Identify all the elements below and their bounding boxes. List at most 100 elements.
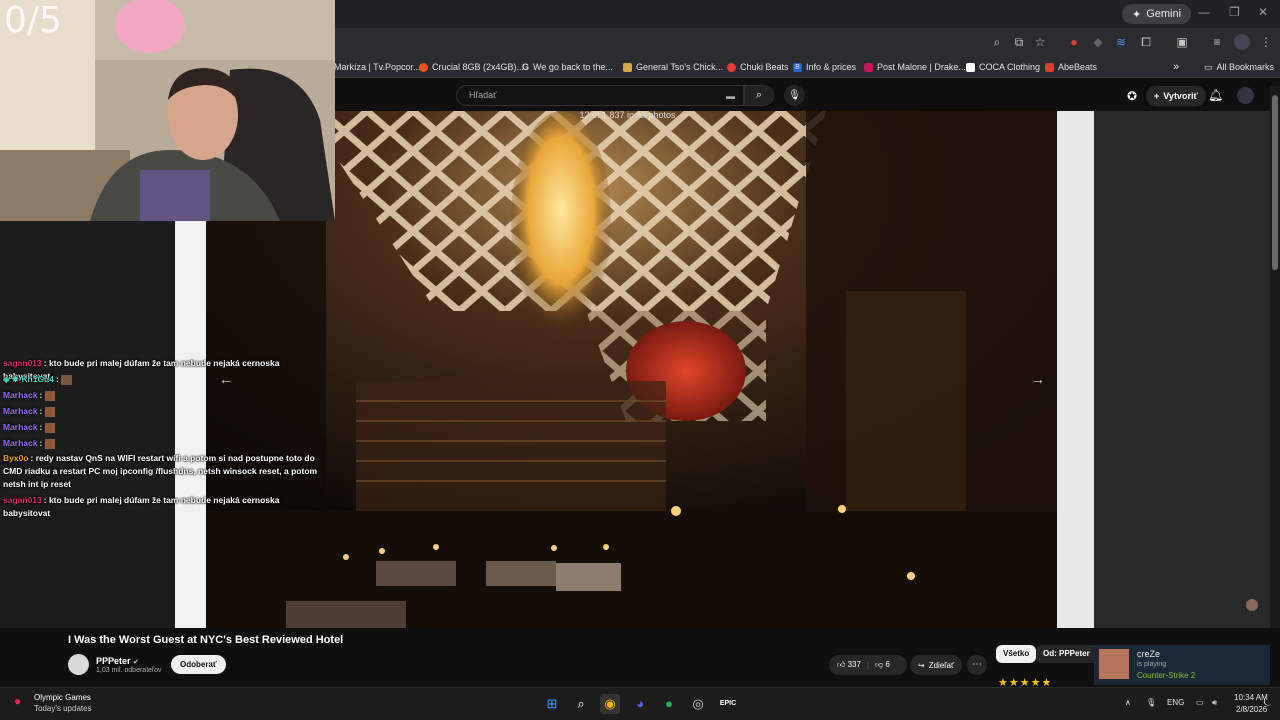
gemini-button[interactable]: ✦ Gemini xyxy=(1122,4,1192,24)
news-widget[interactable]: ● Olympic Games Today's updates xyxy=(14,692,104,716)
subscribe-button[interactable]: Odoberať xyxy=(171,655,226,674)
bookmark-favicon-icon: B xyxy=(793,62,802,72)
spotify-icon[interactable]: ● xyxy=(659,694,679,714)
minimize-icon[interactable]: — xyxy=(1198,5,1210,19)
chat-username[interactable]: sagan013 xyxy=(3,358,42,368)
divider: | xyxy=(866,660,870,670)
channel-avatar[interactable] xyxy=(68,654,89,675)
dislike-count: 6 xyxy=(885,660,890,669)
maximize-icon[interactable]: ❐ xyxy=(1229,5,1240,19)
bookmark-item[interactable]: AbeBeats xyxy=(1045,58,1097,76)
verified-check-icon: ✔ xyxy=(133,659,139,666)
chat-message: Marhack: xyxy=(3,437,328,450)
friend-status: is playing xyxy=(1137,661,1167,668)
discord-icon[interactable]: ◕ xyxy=(630,694,650,714)
emote-icon xyxy=(44,438,55,449)
emote-icon xyxy=(44,390,55,401)
extension-wave-icon[interactable]: ≋ xyxy=(1113,34,1129,50)
like-button[interactable]: 👍︎ 337 xyxy=(837,660,861,670)
channel-name[interactable]: PPPeter ✔ xyxy=(96,656,139,666)
share-button[interactable]: ↪ Zdieľať xyxy=(910,655,963,675)
chat-message: sagan013: kto bude pri malej dúfam že ta… xyxy=(3,494,328,520)
bookmark-favicon-icon xyxy=(419,62,428,72)
chat-username[interactable]: Marhack xyxy=(3,390,38,400)
bookmark-item[interactable]: B Info & prices xyxy=(793,58,856,76)
chip-all[interactable]: Všetko xyxy=(996,645,1037,663)
bookmark-star-icon[interactable]: ☆ xyxy=(1032,34,1048,50)
taskbar-search-icon[interactable]: ⌕ xyxy=(571,694,591,714)
voice-search-button[interactable]: 🎙 xyxy=(784,85,805,106)
bookmark-item[interactable]: Markíza | Tv.Popcor... xyxy=(334,58,421,76)
bookmark-item[interactable]: Chuki Beats xyxy=(727,58,789,76)
all-bookmarks-button[interactable]: ▭ All Bookmarks xyxy=(1204,58,1274,76)
tray-volume-icon[interactable]: 🔊︎ xyxy=(1212,698,1217,708)
thumbs-down-icon: 👎︎ xyxy=(875,660,884,669)
create-label: Vytvoriť xyxy=(1163,91,1198,101)
search-button[interactable]: ⌕ xyxy=(744,85,774,106)
install-icon[interactable]: ⧉ xyxy=(1011,34,1027,50)
menu-kebab-icon[interactable]: ⋮ xyxy=(1258,34,1274,50)
close-icon[interactable]: ✕ xyxy=(1258,5,1268,19)
extensions-puzzle-icon[interactable]: ⧠ xyxy=(1138,34,1154,50)
bookmark-item[interactable]: G We go back to the... xyxy=(522,58,613,76)
news-title: Olympic Games xyxy=(34,693,91,702)
extension-red-icon[interactable]: ● xyxy=(1066,34,1082,50)
chat-text: : kto bude pri malej dúfam že tam nebude… xyxy=(3,495,280,518)
more-actions-button[interactable]: ⋯ xyxy=(967,655,987,675)
more-dots-icon: ⋯ xyxy=(972,659,982,670)
bookmark-item[interactable]: Post Malone | Drake... xyxy=(864,58,966,76)
tray-network-icon[interactable]: ▭ xyxy=(1196,698,1204,707)
side-panel-icon[interactable]: ▣ xyxy=(1174,34,1190,50)
chat-username[interactable]: sagan013 xyxy=(3,495,42,505)
scrollbar-thumb[interactable] xyxy=(1272,95,1278,270)
friend-avatar xyxy=(1099,649,1129,679)
bookmarks-overflow-button[interactable]: » xyxy=(1173,58,1179,76)
extension-gray-icon[interactable]: ◆ xyxy=(1090,34,1106,50)
epic-games-icon[interactable]: EPIC xyxy=(718,694,738,714)
chat-text: : xyxy=(39,422,43,432)
gemini-label: Gemini xyxy=(1146,8,1182,20)
bookmark-item[interactable]: Crucial 8GB (2x4GB)... xyxy=(419,58,524,76)
friend-game: Counter-Strike 2 xyxy=(1137,671,1196,680)
steam-taskbar-icon[interactable]: ◎ xyxy=(688,694,708,714)
chat-text: : redy nastav QnS na WIFI restart wifi a… xyxy=(3,453,318,489)
friend-name: creZe xyxy=(1137,649,1161,659)
windows-start-icon[interactable]: ⊞ xyxy=(542,694,562,714)
chat-username[interactable]: Byx0o xyxy=(3,453,29,463)
chat-text: : xyxy=(39,406,43,416)
notification-bell-icon[interactable]: ⏾ xyxy=(1263,696,1272,709)
channel-avatar[interactable] xyxy=(1237,87,1254,104)
floating-avatar[interactable] xyxy=(1246,599,1258,611)
chat-username[interactable]: Marhack xyxy=(3,422,38,432)
plus-icon: + xyxy=(1154,91,1160,101)
notifications-bell-icon[interactable]: 🔔︎ xyxy=(1208,88,1223,102)
chat-username[interactable]: Kn1Gu4 xyxy=(21,374,54,384)
emote-icon xyxy=(61,374,73,385)
chat-text: : xyxy=(39,438,43,448)
language-indicator[interactable]: ENG xyxy=(1167,698,1184,707)
dislike-button[interactable]: 👎︎ 6 xyxy=(875,660,890,670)
bookmark-favicon-icon xyxy=(727,62,736,72)
chip-from-channel[interactable]: Od: PPPeter xyxy=(1036,645,1097,663)
video-title: I Was the Worst Guest at NYC's Best Revi… xyxy=(68,634,344,646)
chrome-icon[interactable]: ◉ xyxy=(600,694,620,714)
bookmark-item[interactable]: COCA Clothing xyxy=(966,58,1040,76)
search-input[interactable]: Hľadať xyxy=(456,85,744,106)
media-control-icon[interactable]: ≡ xyxy=(1209,34,1225,50)
overflow-chevron-icon: » xyxy=(1173,61,1180,73)
steam-notification[interactable]: creZe is playing Counter-Strike 2 xyxy=(1094,645,1270,685)
cast-icon[interactable]: ✪ xyxy=(1127,89,1137,103)
badge-icon: ◈ ✸ xyxy=(3,374,22,384)
bookmark-item[interactable]: General Tso's Chick... xyxy=(623,58,723,76)
chat-username[interactable]: Marhack xyxy=(3,406,38,416)
create-button[interactable]: + Vytvoriť xyxy=(1146,86,1206,106)
tray-overflow-icon[interactable]: ∧ xyxy=(1125,698,1131,707)
keyboard-icon[interactable]: ▬ xyxy=(726,91,735,101)
tray-mic-icon[interactable]: 🎙︎ xyxy=(1146,698,1156,707)
emote-icon xyxy=(44,406,55,417)
profile-avatar-icon[interactable] xyxy=(1234,34,1250,50)
microphone-icon: 🎙 xyxy=(788,90,801,101)
next-photo-arrow-icon[interactable]: → xyxy=(1031,371,1045,387)
chat-username[interactable]: Marhack xyxy=(3,438,38,448)
zoom-icon[interactable]: ⌕ xyxy=(989,34,1005,50)
